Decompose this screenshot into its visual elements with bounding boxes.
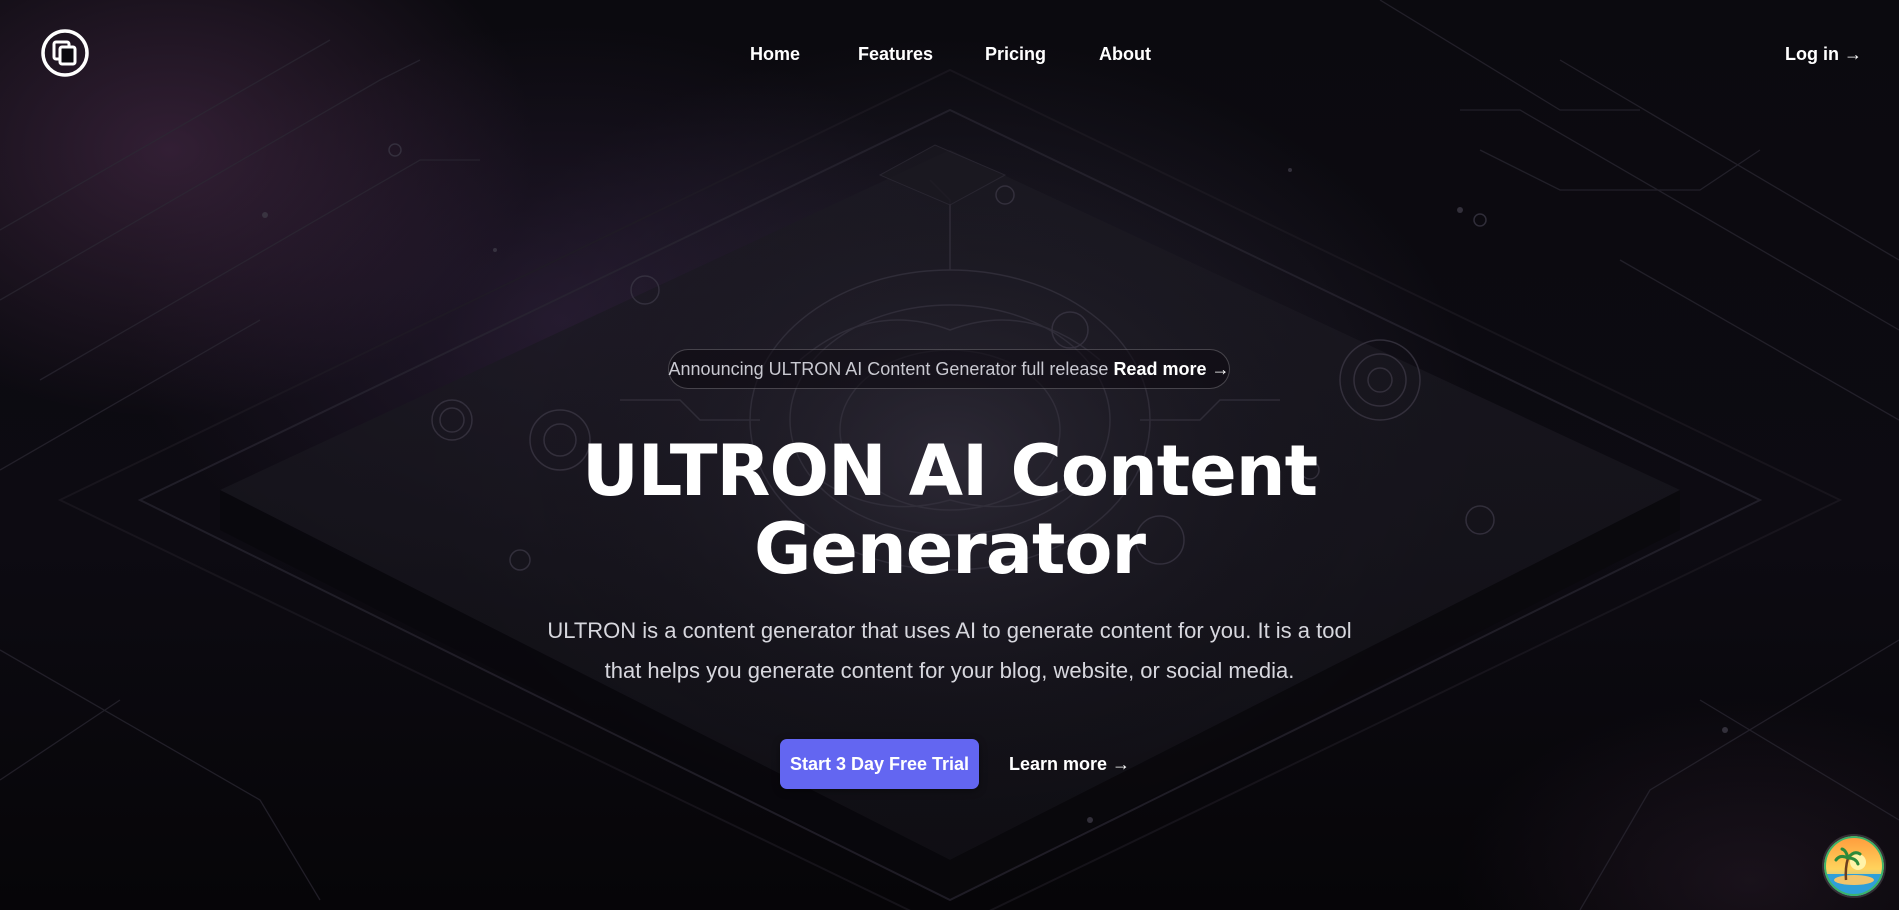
read-more-link[interactable]: Read more →: [1113, 359, 1229, 380]
learn-more-link[interactable]: Learn more →: [1009, 752, 1130, 776]
nav-about[interactable]: About: [1099, 42, 1151, 66]
squares-logo-icon: [41, 29, 89, 77]
hero-description-line2: that helps you generate content for your…: [604, 658, 1295, 683]
nav-pricing[interactable]: Pricing: [985, 42, 1046, 66]
login-link[interactable]: Log in →: [1785, 42, 1862, 66]
start-trial-button[interactable]: Start 3 Day Free Trial: [780, 739, 979, 789]
hero-description-line1: ULTRON is a content generator that uses …: [547, 618, 1352, 643]
announcement-text: Announcing ULTRON AI Content Generator f…: [668, 358, 1109, 379]
hero-title-line1: ULTRON AI Content: [581, 430, 1318, 512]
nav-home[interactable]: Home: [750, 42, 800, 66]
nav-features[interactable]: Features: [858, 42, 933, 66]
logo-icon[interactable]: [41, 29, 89, 77]
chat-widget-avatar[interactable]: [1824, 836, 1884, 896]
beach-avatar-icon: [1824, 836, 1884, 896]
hero-background: Home Features Pricing About Log in → Ann…: [0, 0, 1899, 910]
announcement-banner: Announcing ULTRON AI Content Generator f…: [668, 349, 1230, 389]
hero-title-line2: Generator: [753, 508, 1146, 590]
hero-title: ULTRON AI Content Generator: [0, 432, 1899, 588]
hero-description: ULTRON is a content generator that uses …: [520, 611, 1379, 691]
